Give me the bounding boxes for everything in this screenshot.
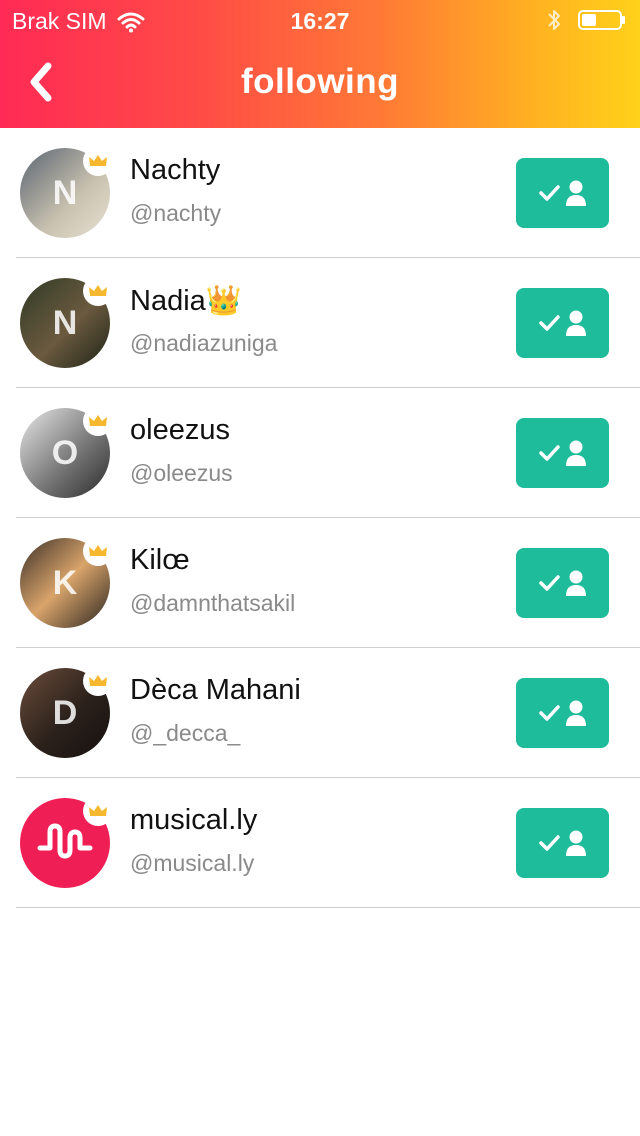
avatar-wrap[interactable]: D (20, 666, 113, 758)
page-title: following (240, 62, 400, 101)
crown-icon (89, 155, 107, 166)
user-check-icon (538, 180, 586, 206)
user-check-icon (538, 310, 586, 336)
username: @nadiazuniga (130, 330, 278, 356)
crown-icon (89, 675, 107, 686)
display-name[interactable]: musical.ly (130, 804, 257, 837)
crown-icon (89, 805, 107, 816)
username: @damnthatsakil (130, 590, 296, 616)
status-time: 16:27 (290, 8, 350, 34)
following-button[interactable] (516, 678, 609, 748)
user-check-icon (538, 440, 586, 466)
avatar-wrap[interactable]: O (20, 406, 113, 498)
display-name[interactable]: oleezus (130, 414, 230, 447)
avatar-wrap[interactable]: K (20, 536, 113, 628)
crown-badge (83, 536, 113, 566)
user-row[interactable]: N Nachty @nachty (0, 128, 640, 258)
battery-icon (578, 10, 625, 30)
crown-icon (89, 415, 107, 426)
following-button[interactable] (516, 548, 609, 618)
crown-icon (89, 285, 107, 296)
display-name[interactable]: Dèca Mahani (130, 674, 301, 707)
username: @musical.ly (130, 850, 255, 876)
crown-icon (89, 545, 107, 556)
display-name[interactable]: Kilœ (130, 544, 190, 577)
row-divider (16, 907, 640, 908)
following-button[interactable] (516, 158, 609, 228)
user-row[interactable]: O oleezus @oleezus (0, 388, 640, 518)
nav-bar: following (0, 40, 640, 128)
bluetooth-icon (548, 10, 560, 30)
avatar-wrap[interactable] (20, 796, 113, 888)
status-right-group (546, 8, 626, 32)
username: @nachty (130, 200, 222, 226)
following-button[interactable] (516, 418, 609, 488)
crown-badge (83, 666, 113, 696)
avatar-wrap[interactable]: N (20, 146, 113, 238)
username: @oleezus (130, 460, 233, 486)
user-check-icon (538, 570, 586, 596)
username: @_decca_ (130, 720, 241, 746)
display-name[interactable]: Nachty (130, 154, 220, 187)
crown-badge (83, 276, 113, 306)
crown-badge (83, 146, 113, 176)
user-check-icon (538, 700, 586, 726)
status-bar: Brak SIM 16:27 (0, 0, 640, 40)
user-row[interactable]: N Nadia👑 @nadiazuniga (0, 258, 640, 388)
following-button[interactable] (516, 808, 609, 878)
user-row[interactable]: musical.ly @musical.ly (0, 778, 640, 908)
crown-badge (83, 796, 113, 826)
crown-badge (83, 406, 113, 436)
following-list: N Nachty @nachty N Nadia👑 @nadiazuniga O… (0, 128, 640, 908)
display-name[interactable]: Nadia👑 (130, 284, 242, 318)
avatar-wrap[interactable]: N (20, 276, 113, 368)
user-row[interactable]: D Dèca Mahani @_decca_ (0, 648, 640, 778)
header: Brak SIM 16:27 following (0, 0, 640, 128)
user-row[interactable]: K Kilœ @damnthatsakil (0, 518, 640, 648)
following-button[interactable] (516, 288, 609, 358)
user-check-icon (538, 830, 586, 856)
